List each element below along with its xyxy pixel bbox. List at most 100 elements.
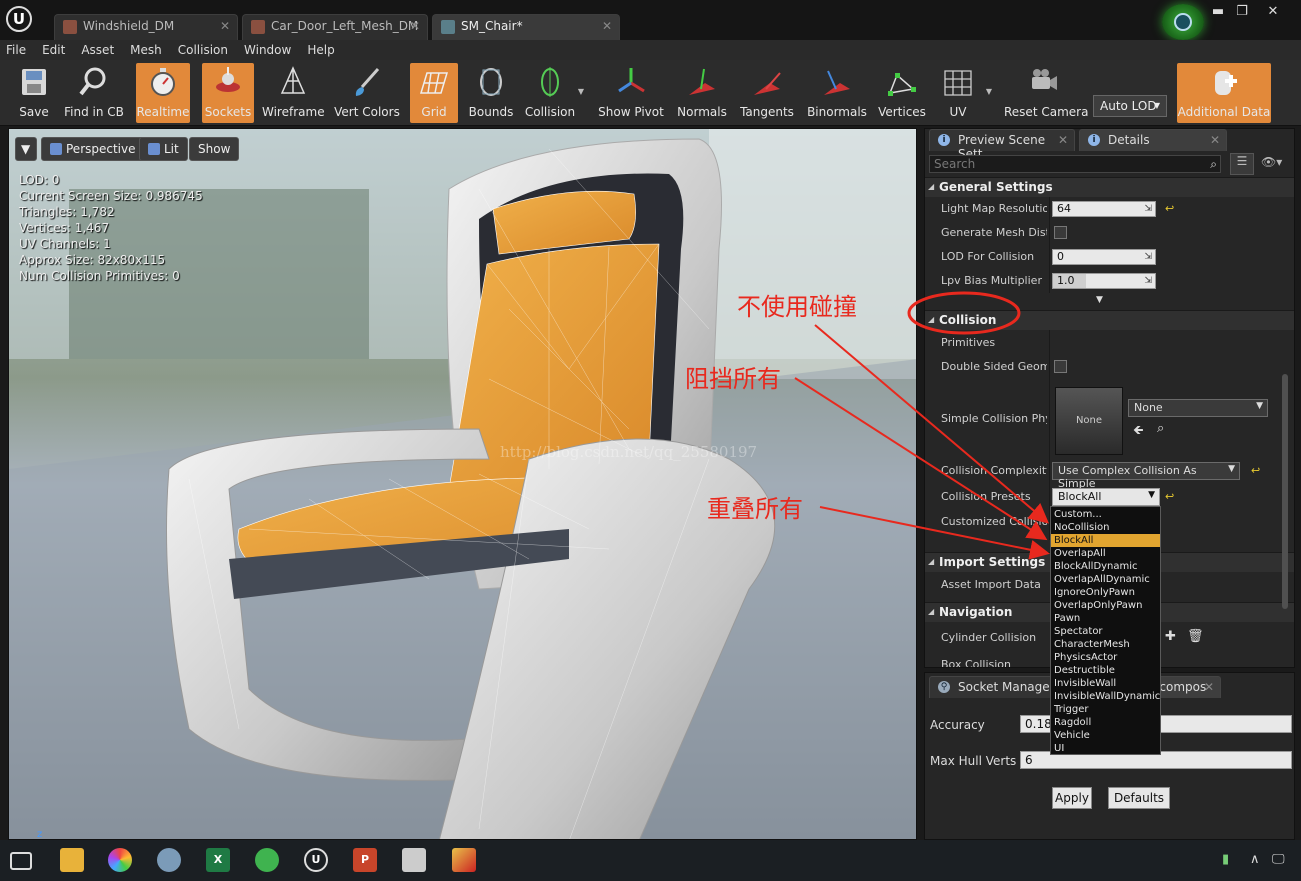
close-icon[interactable]: ✕: [1210, 133, 1220, 147]
uv-button[interactable]: UV ▼: [936, 63, 992, 123]
close-icon[interactable]: ✕: [410, 19, 420, 33]
category-collision[interactable]: Collision: [925, 310, 1294, 330]
tangents-button[interactable]: Tangents: [738, 63, 796, 123]
pen-tool-icon[interactable]: [452, 848, 476, 872]
tab-sm-chair[interactable]: SM_Chair* ✕: [432, 14, 620, 40]
task-view-icon[interactable]: [10, 852, 32, 870]
option-pawn[interactable]: Pawn: [1051, 612, 1160, 625]
file-explorer-icon[interactable]: [60, 848, 84, 872]
category-general-settings[interactable]: General Settings: [925, 177, 1294, 197]
lod-for-collision-field[interactable]: 0 ⇲: [1052, 249, 1156, 265]
wechat-icon[interactable]: [255, 848, 279, 872]
menu-collision[interactable]: Collision: [178, 43, 228, 57]
simple-collision-dropdown[interactable]: None ▼: [1128, 399, 1268, 417]
collision-presets-label[interactable]: Collision Presets: [941, 490, 1047, 503]
vert-colors-button[interactable]: Vert Colors: [334, 63, 400, 123]
add-icon[interactable]: ✚: [1165, 629, 1176, 644]
wireframe-button[interactable]: Wireframe: [262, 63, 325, 123]
maximize-button[interactable]: ❐: [1230, 4, 1254, 22]
lpv-bias-slider[interactable]: 1.0 ⇲: [1052, 273, 1156, 289]
option-overlapall[interactable]: OverlapAll: [1051, 547, 1160, 560]
menu-asset[interactable]: Asset: [81, 43, 114, 57]
close-icon[interactable]: ✕: [1204, 680, 1214, 694]
auto-lod-dropdown[interactable]: Auto LOD ▼: [1093, 95, 1167, 117]
chevron-down-icon[interactable]: ▼: [578, 87, 584, 96]
close-window-button[interactable]: ✕: [1258, 4, 1288, 22]
option-blockalldynamic[interactable]: BlockAllDynamic: [1051, 560, 1160, 573]
option-trigger[interactable]: Trigger: [1051, 703, 1160, 716]
tab-windshield[interactable]: Windshield_DM ✕: [54, 14, 238, 40]
primitives-label[interactable]: Primitives: [941, 336, 1047, 349]
option-charactermesh[interactable]: CharacterMesh: [1051, 638, 1160, 651]
light-map-resolution-field[interactable]: 64 ⇲: [1052, 201, 1156, 217]
find-in-cb-button[interactable]: Find in CB: [62, 63, 126, 123]
additional-data-button[interactable]: Additional Data: [1177, 63, 1271, 123]
grid-button[interactable]: Grid: [410, 63, 458, 123]
browse-search-icon[interactable]: ⌕: [1157, 421, 1164, 436]
details-scrollbar[interactable]: [1282, 374, 1288, 609]
expand-advanced-icon[interactable]: ▼: [1096, 295, 1103, 305]
details-search-input[interactable]: Search ⌕: [929, 155, 1221, 173]
app-cube-icon[interactable]: [402, 848, 426, 872]
vr-mode-button[interactable]: [1162, 4, 1204, 40]
perspective-button[interactable]: Perspective: [41, 137, 145, 161]
show-pivot-button[interactable]: Show Pivot: [598, 63, 664, 123]
menu-help[interactable]: Help: [307, 43, 334, 57]
option-ignoreonlypawn[interactable]: IgnoreOnlyPawn: [1051, 586, 1160, 599]
battery-icon[interactable]: ▮: [1222, 852, 1229, 867]
close-icon[interactable]: ✕: [220, 19, 230, 33]
option-ui[interactable]: UI: [1051, 742, 1160, 755]
option-blockall[interactable]: BlockAll: [1051, 534, 1160, 547]
collision-presets-dropdown[interactable]: BlockAll ▼: [1052, 488, 1160, 506]
property-matrix-button[interactable]: ☰: [1230, 153, 1254, 175]
normals-button[interactable]: Normals: [676, 63, 728, 123]
realtime-button[interactable]: Realtime: [136, 63, 190, 123]
option-destructible[interactable]: Destructible: [1051, 664, 1160, 677]
defaults-button[interactable]: Defaults: [1108, 787, 1170, 809]
tab-car-door[interactable]: Car_Door_Left_Mesh_DM ✕: [242, 14, 428, 40]
double-sided-checkbox[interactable]: [1054, 360, 1067, 373]
apply-button[interactable]: Apply: [1052, 787, 1092, 809]
tab-preview-scene[interactable]: i Preview Scene Sett ✕: [929, 129, 1075, 161]
paint-icon[interactable]: [157, 848, 181, 872]
unreal-engine-icon[interactable]: U: [304, 848, 328, 872]
generate-mesh-distance-checkbox[interactable]: [1054, 226, 1067, 239]
network-icon[interactable]: 🖵: [1272, 852, 1285, 867]
eye-icon[interactable]: 👁▾: [1261, 155, 1282, 169]
option-nocollision[interactable]: NoCollision: [1051, 521, 1160, 534]
sockets-button[interactable]: Sockets: [202, 63, 254, 123]
chevron-up-icon[interactable]: ∧: [1250, 852, 1260, 867]
menu-window[interactable]: Window: [244, 43, 291, 57]
viewport-options-button[interactable]: ▼: [15, 137, 37, 161]
minimize-button[interactable]: ▬: [1206, 4, 1230, 22]
binormals-button[interactable]: Binormals: [806, 63, 868, 123]
mesh-viewport[interactable]: ▼ Perspective Lit Show LOD: 0 Current Sc…: [8, 128, 917, 840]
powerpoint-icon[interactable]: P: [353, 848, 377, 872]
bounds-button[interactable]: Bounds: [466, 63, 516, 123]
reset-arrow-icon[interactable]: ↩: [1251, 464, 1260, 477]
save-button[interactable]: Save: [10, 63, 58, 123]
option-vehicle[interactable]: Vehicle: [1051, 729, 1160, 742]
menu-file[interactable]: File: [6, 43, 26, 57]
option-spectator[interactable]: Spectator: [1051, 625, 1160, 638]
close-icon[interactable]: ✕: [602, 19, 612, 33]
menu-edit[interactable]: Edit: [42, 43, 65, 57]
tab-details[interactable]: i Details ✕: [1079, 129, 1227, 151]
show-button[interactable]: Show: [189, 137, 240, 161]
use-selected-arrow-icon[interactable]: 🡸: [1133, 421, 1144, 443]
menu-mesh[interactable]: Mesh: [130, 43, 162, 57]
delete-icon[interactable]: 🗑: [1187, 629, 1204, 644]
option-invisiblewall[interactable]: InvisibleWall: [1051, 677, 1160, 690]
colorful-app-icon[interactable]: [108, 848, 132, 872]
option-custom[interactable]: Custom...: [1051, 508, 1160, 521]
option-physicsactor[interactable]: PhysicsActor: [1051, 651, 1160, 664]
reset-arrow-icon[interactable]: ↩: [1165, 202, 1174, 215]
simple-collision-thumbnail[interactable]: None: [1055, 387, 1123, 455]
option-invisiblewalldynamic[interactable]: InvisibleWallDynamic: [1051, 690, 1160, 703]
collision-complexity-dropdown[interactable]: Use Complex Collision As Simple ▼: [1052, 462, 1240, 490]
option-ragdoll[interactable]: Ragdoll: [1051, 716, 1160, 729]
reset-arrow-icon[interactable]: ↩: [1165, 490, 1174, 503]
option-overlapalldynamic[interactable]: OverlapAllDynamic: [1051, 573, 1160, 586]
lit-button[interactable]: Lit: [139, 137, 188, 161]
asset-import-data-label[interactable]: Asset Import Data: [941, 578, 1047, 591]
